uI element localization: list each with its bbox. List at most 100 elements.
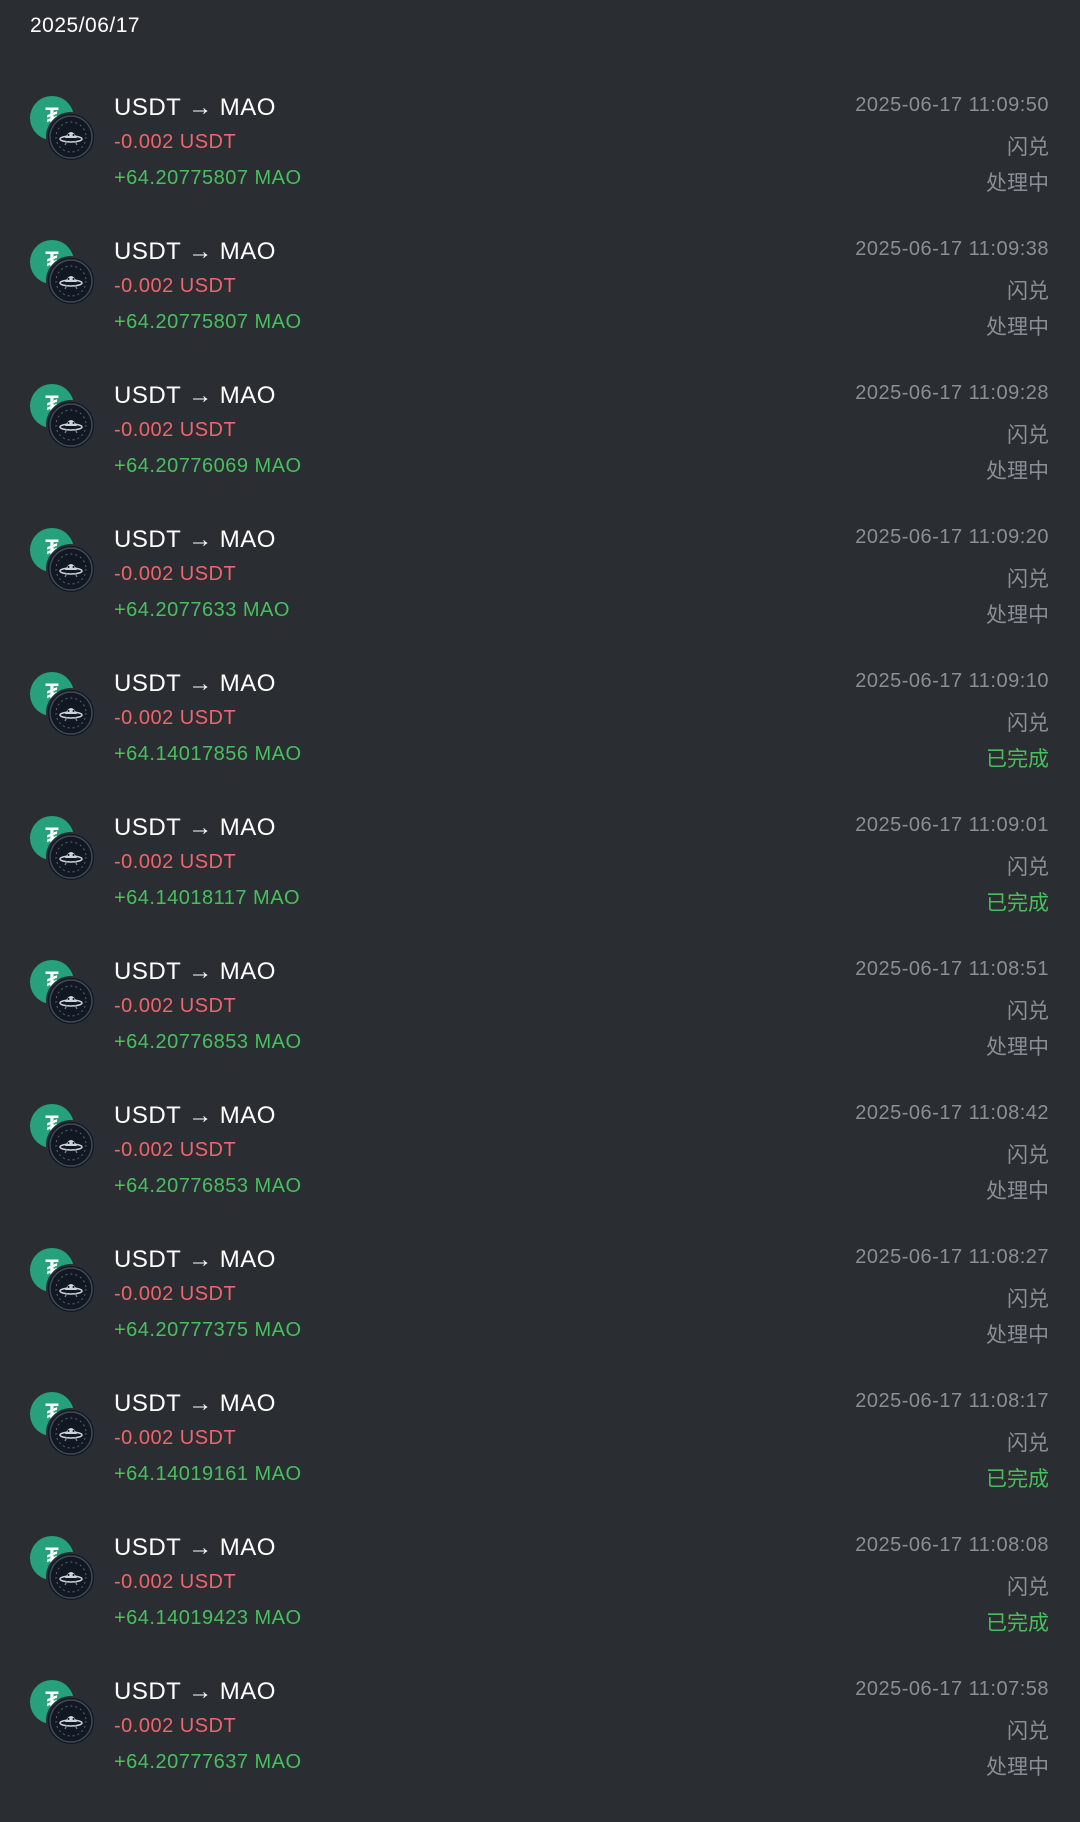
transaction-type: 闪兑 [1007,712,1049,735]
transaction-row[interactable]: ₮ USDT → MAO -0.002 USDT +64.14019423 MA… [0,1534,1080,1678]
status-badge: 处理中 [986,604,1049,627]
mao-icon [46,1552,96,1602]
status-badge: 已完成 [986,892,1049,915]
sent-amount: -0.002 USDT [114,707,237,729]
received-amount: +64.14019423 MAO [114,1607,302,1629]
received-amount: +64.20775807 MAO [114,167,302,189]
status-badge: 处理中 [986,1756,1049,1779]
received-amount: +64.2077633 MAO [114,599,290,621]
mao-icon [46,544,96,594]
mao-icon [46,112,96,162]
sent-amount: -0.002 USDT [114,1139,237,1161]
sent-amount: -0.002 USDT [114,1283,237,1305]
transaction-timestamp: 2025-06-17 11:09:38 [855,238,1049,260]
mao-icon [46,1264,96,1314]
transaction-timestamp: 2025-06-17 11:09:20 [855,526,1049,548]
transaction-timestamp: 2025-06-17 11:08:17 [855,1390,1049,1412]
status-badge: 已完成 [986,748,1049,771]
transaction-row[interactable]: ₮ USDT → MAO -0.002 USDT +64.20776853 MA… [0,958,1080,1102]
mao-icon [46,1408,96,1458]
sent-amount: -0.002 USDT [114,275,237,297]
swap-pair-label: USDT → MAO [114,238,276,265]
transaction-timestamp: 2025-06-17 11:09:28 [855,382,1049,404]
transaction-row[interactable]: ₮ USDT → MAO -0.002 USDT +64.14017856 MA… [0,670,1080,814]
status-badge: 处理中 [986,316,1049,339]
token-pair-icons: ₮ [30,960,96,1026]
transaction-timestamp: 2025-06-17 11:09:10 [855,670,1049,692]
transaction-type: 闪兑 [1007,424,1049,447]
transaction-type: 闪兑 [1007,136,1049,159]
transaction-list: ₮ USDT → MAO -0.002 USDT +64.20775807 MA… [0,94,1080,1822]
transaction-type: 闪兑 [1007,856,1049,879]
transaction-row[interactable]: ₮ USDT → MAO -0.002 USDT +64.20776069 MA… [0,382,1080,526]
swap-pair-label: USDT → MAO [114,526,276,553]
token-pair-icons: ₮ [30,816,96,882]
token-pair-icons: ₮ [30,1248,96,1314]
swap-pair-label: USDT → MAO [114,382,276,409]
sent-amount: -0.002 USDT [114,995,237,1017]
status-badge: 已完成 [986,1612,1049,1635]
sent-amount: -0.002 USDT [114,131,237,153]
transaction-type: 闪兑 [1007,1144,1049,1167]
transaction-timestamp: 2025-06-17 11:08:08 [855,1534,1049,1556]
status-badge: 处理中 [986,1180,1049,1203]
date-header: 2025/06/17 [30,14,141,37]
transaction-row[interactable]: ₮ USDT → MAO -0.002 USDT +64.20777375 MA… [0,1246,1080,1390]
swap-pair-label: USDT → MAO [114,94,276,121]
received-amount: +64.20777375 MAO [114,1319,302,1341]
status-badge: 处理中 [986,1324,1049,1347]
token-pair-icons: ₮ [30,1104,96,1170]
transaction-type: 闪兑 [1007,568,1049,591]
transaction-timestamp: 2025-06-17 11:08:27 [855,1246,1049,1268]
transaction-row[interactable]: ₮ USDT → MAO -0.002 USDT +64.20775807 MA… [0,94,1080,238]
received-amount: +64.20775807 MAO [114,311,302,333]
transaction-type: 闪兑 [1007,1576,1049,1599]
token-pair-icons: ₮ [30,672,96,738]
swap-pair-label: USDT → MAO [114,814,276,841]
sent-amount: -0.002 USDT [114,1427,237,1449]
transaction-type: 闪兑 [1007,1288,1049,1311]
mao-icon [46,400,96,450]
swap-pair-label: USDT → MAO [114,1390,276,1417]
mao-icon [46,1696,96,1746]
status-badge: 处理中 [986,172,1049,195]
token-pair-icons: ₮ [30,1680,96,1746]
transaction-timestamp: 2025-06-17 11:08:42 [855,1102,1049,1124]
transaction-type: 闪兑 [1007,1720,1049,1743]
token-pair-icons: ₮ [30,1536,96,1602]
transaction-type: 闪兑 [1007,1432,1049,1455]
received-amount: +64.14017856 MAO [114,743,302,765]
transaction-timestamp: 2025-06-17 11:08:51 [855,958,1049,980]
transaction-row[interactable]: ₮ USDT → MAO -0.002 USDT +64.2077633 MAO… [0,526,1080,670]
sent-amount: -0.002 USDT [114,419,237,441]
mao-icon [46,976,96,1026]
sent-amount: -0.002 USDT [114,563,237,585]
received-amount: +64.20776069 MAO [114,455,302,477]
transaction-row[interactable]: ₮ USDT → MAO -0.002 USDT +64.20775807 MA… [0,238,1080,382]
token-pair-icons: ₮ [30,240,96,306]
mao-icon [46,832,96,882]
received-amount: +64.20776853 MAO [114,1175,302,1197]
transaction-row[interactable]: ₮ USDT → MAO -0.002 USDT +64.20776853 MA… [0,1102,1080,1246]
sent-amount: -0.002 USDT [114,851,237,873]
swap-pair-label: USDT → MAO [114,1678,276,1705]
received-amount: +64.20777637 MAO [114,1751,302,1773]
sent-amount: -0.002 USDT [114,1715,237,1737]
swap-pair-label: USDT → MAO [114,958,276,985]
swap-pair-label: USDT → MAO [114,1102,276,1129]
transaction-timestamp: 2025-06-17 11:09:50 [855,94,1049,116]
transaction-row[interactable]: ₮ USDT → MAO -0.002 USDT +64.14018117 MA… [0,814,1080,958]
mao-icon [46,1120,96,1170]
token-pair-icons: ₮ [30,1392,96,1458]
token-pair-icons: ₮ [30,528,96,594]
transaction-row[interactable]: ₮ USDT → MAO -0.002 USDT +64.14019161 MA… [0,1390,1080,1534]
swap-pair-label: USDT → MAO [114,1534,276,1561]
transaction-timestamp: 2025-06-17 11:07:58 [855,1678,1049,1700]
mao-icon [46,256,96,306]
mao-icon [46,688,96,738]
transaction-timestamp: 2025-06-17 11:09:01 [855,814,1049,836]
transaction-row[interactable]: ₮ USDT → MAO -0.002 USDT +64.20777637 MA… [0,1678,1080,1822]
swap-pair-label: USDT → MAO [114,1246,276,1273]
received-amount: +64.14019161 MAO [114,1463,302,1485]
status-badge: 已完成 [986,1468,1049,1491]
